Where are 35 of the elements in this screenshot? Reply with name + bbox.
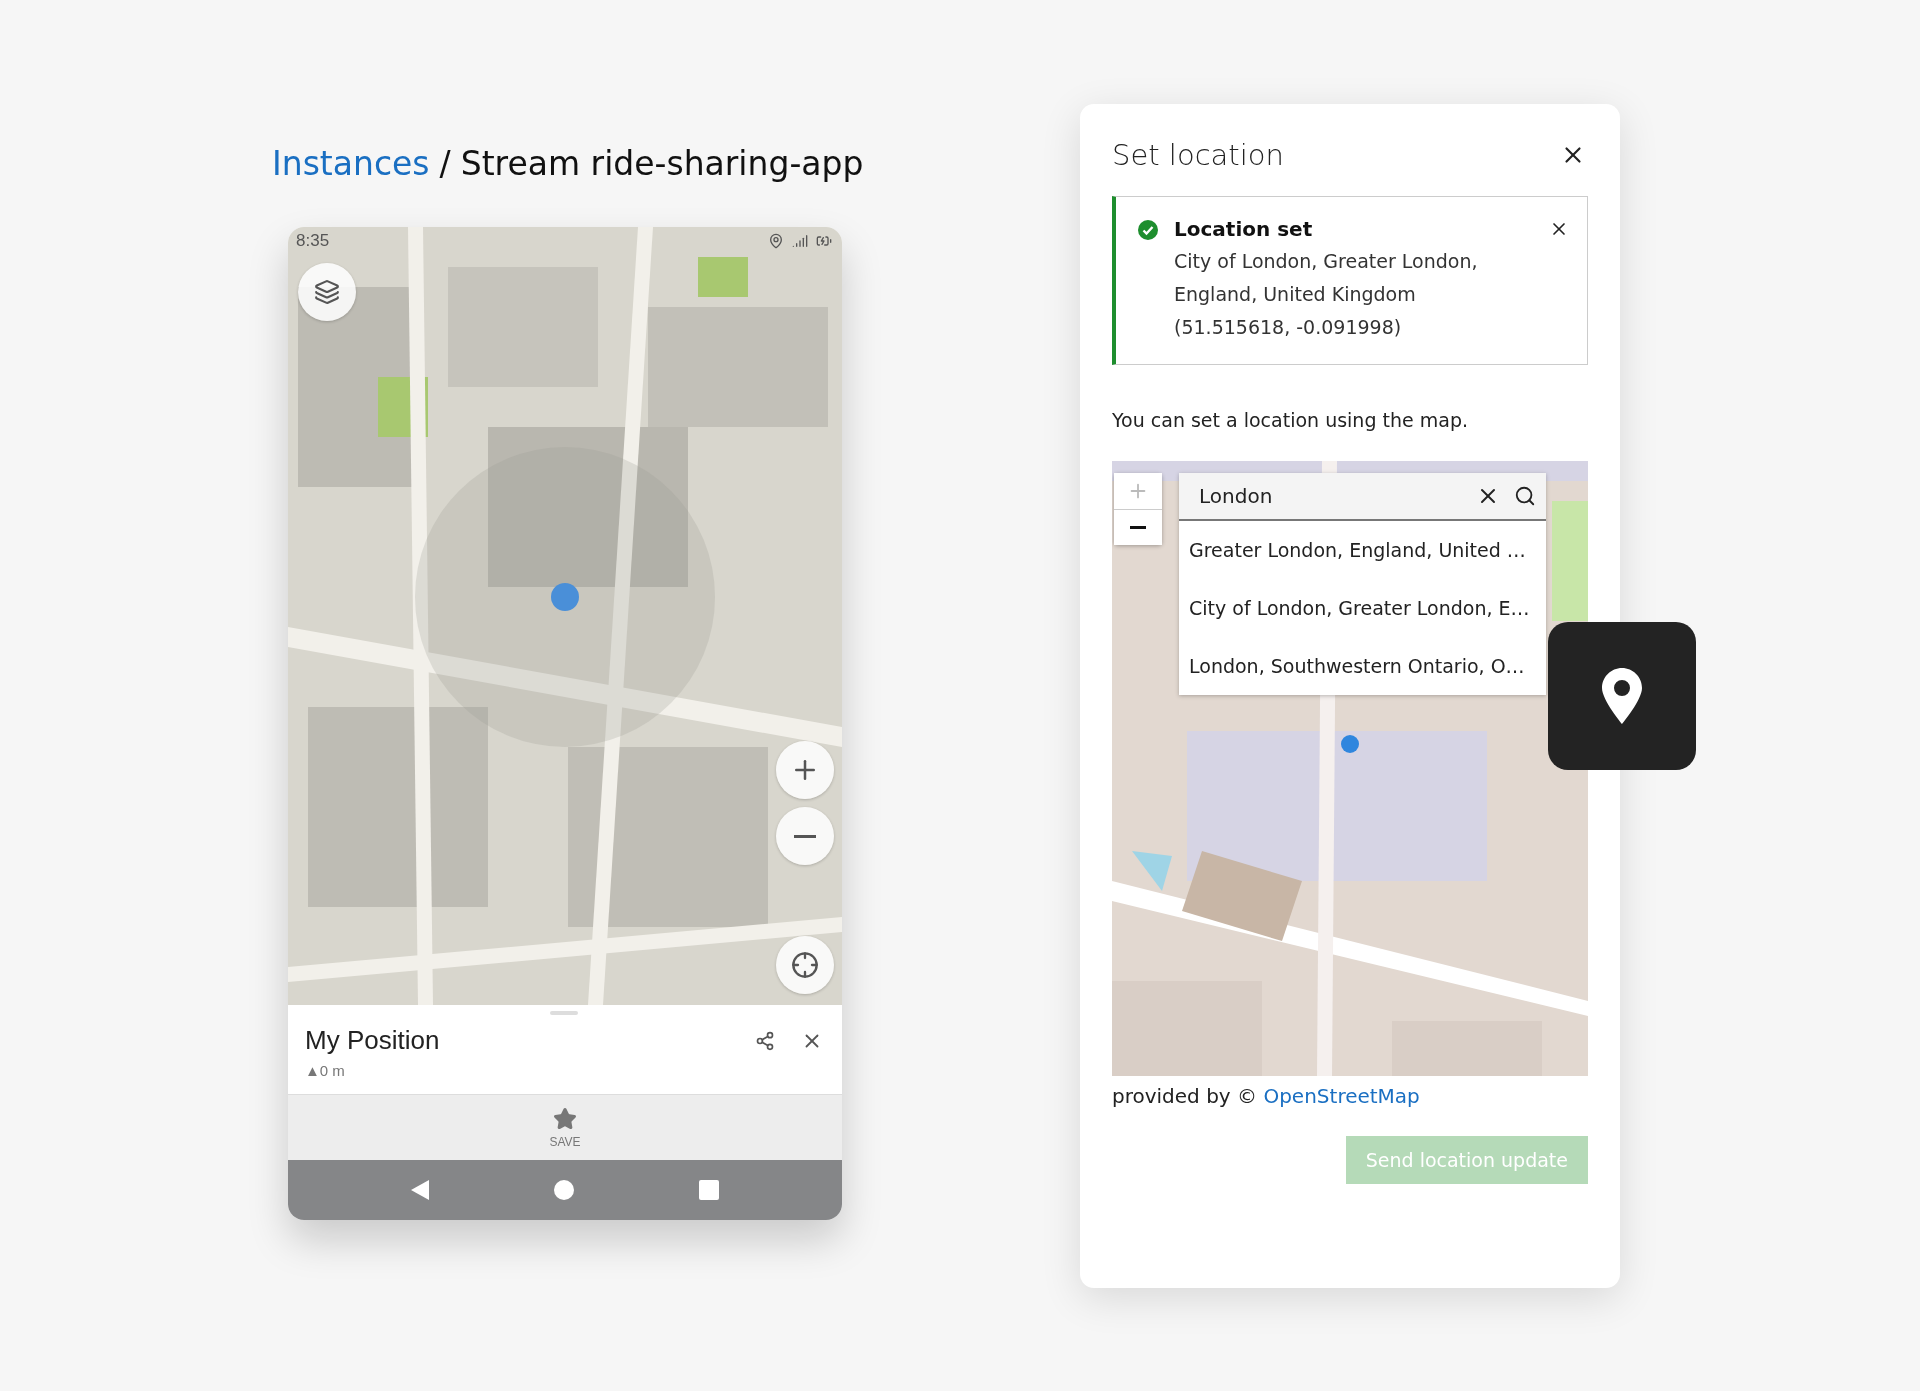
search-result[interactable]: Greater London, England, United … [1179,521,1546,579]
attribution-text: provided by © OpenStreetMap [1112,1084,1421,1108]
signal-icon [792,233,808,249]
hint-text: You can set a location using the map. [1112,409,1469,431]
share-icon [755,1030,775,1051]
search-result[interactable]: London, Southwestern Ontario, O… [1179,637,1546,695]
home-icon[interactable] [554,1180,574,1200]
save-button[interactable]: SAVE [539,1102,591,1153]
star-icon [553,1106,577,1131]
drag-handle[interactable] [550,1011,578,1015]
map-pin-icon [1602,668,1642,724]
location-pin-button[interactable] [1548,622,1696,770]
attribution-link[interactable]: OpenStreetMap [1263,1084,1420,1108]
search-icon [1514,485,1536,507]
search-result[interactable]: City of London, Greater London, E… [1179,579,1546,637]
minus-icon [794,834,816,838]
layers-icon [314,279,340,305]
status-time: 8:35 [296,231,330,251]
page-title: Stream ride-sharing-app [460,144,864,183]
recents-icon[interactable] [699,1180,720,1200]
battery-icon [816,233,832,249]
breadcrumb-link[interactable]: Instances [272,144,430,183]
breadcrumb-separator: / [439,144,451,183]
zoom-out-button[interactable] [1114,509,1162,545]
dialog-title: Set location [1112,138,1284,172]
check-icon [1138,220,1158,240]
crosshair-icon [791,951,819,979]
elevation-text: ▲0 m [305,1062,346,1079]
minus-icon [1130,526,1146,529]
alert-title: Location set [1174,217,1314,241]
place-title: My Position [305,1025,440,1056]
alert-message: City of London, Greater London, England, United Kingdom (51.515618, -0.091998) [1174,249,1479,340]
back-icon[interactable] [410,1180,429,1200]
search-field[interactable]: London [1179,473,1464,521]
location-icon [768,233,784,249]
